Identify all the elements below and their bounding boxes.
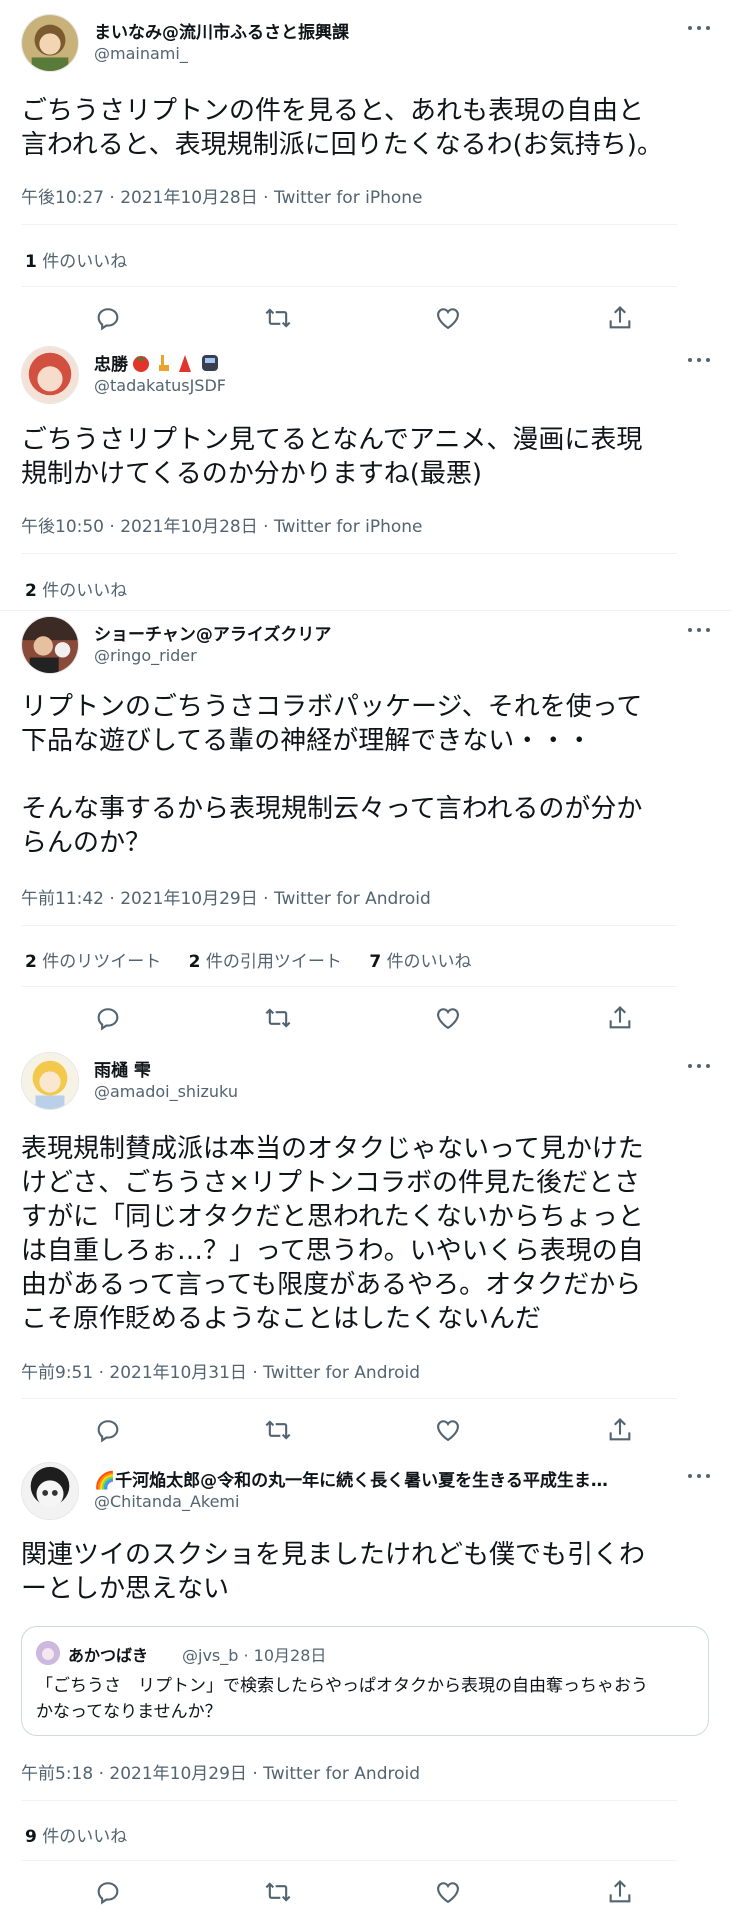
likes-stat[interactable]: 7 件のいいね [369, 947, 471, 972]
user-handle[interactable]: @Chitanda_Akemi [94, 1492, 239, 1511]
quoted-handle: @jvs_b · 10月28日 [182, 1646, 327, 1665]
tweet-meta[interactable]: 午前9:51 · 2021年10月31日 · Twitter for Andro… [21, 1358, 420, 1383]
tomato-icon [133, 356, 149, 372]
tweet-text: 関連ツイのスクショを見ましたけれども僕でも引くわ ーとしか思えない [21, 1540, 646, 1604]
likes-stat[interactable]: 9 件のいいね [25, 1822, 127, 1847]
tweet-stats: 1 件のいいね [25, 247, 149, 272]
reply-icon[interactable] [94, 1416, 122, 1444]
divider [21, 1398, 677, 1399]
like-icon[interactable] [434, 1416, 462, 1444]
share-icon[interactable] [606, 1004, 634, 1032]
quoted-tweet[interactable]: あかつばき @jvs_b · 10月28日 「ごちうさ リプトン」で検索したらや… [21, 1626, 709, 1736]
reply-icon[interactable] [94, 1004, 122, 1032]
user-handle[interactable]: @mainami_ [94, 44, 188, 63]
user-handle[interactable]: @ringo_rider [94, 646, 197, 665]
tweet-meta[interactable]: 午前11:42 · 2021年10月29日 · Twitter for Andr… [21, 884, 431, 909]
tweet-stats: 2 件のリツイート 2 件の引用ツイート 7 件のいいね [25, 947, 494, 972]
like-icon[interactable] [434, 1004, 462, 1032]
more-icon[interactable] [688, 354, 712, 366]
action-bar [0, 1416, 731, 1444]
quoted-text: 「ごちうさ リプトン」で検索したらやっぱオタクから表現の自由奪っちゃおう かなっ… [36, 1676, 648, 1722]
retweet-icon[interactable] [264, 304, 292, 332]
quoted-avatar [36, 1641, 60, 1665]
retweets-stat[interactable]: 2 件のリツイート [25, 947, 161, 972]
tweet-1: まいなみ@流川市ふるさと振興課 @mainami_ ごちうさリプトンの件を見ると… [0, 0, 731, 340]
likes-stat[interactable]: 1 件のいいね [25, 247, 127, 272]
quoted-display-name: あかつばき [68, 1646, 149, 1665]
reply-icon[interactable] [94, 1878, 122, 1906]
like-icon[interactable] [434, 304, 462, 332]
more-icon[interactable] [688, 1060, 712, 1072]
tweet-2: 忠勝 @tadakatusJSDF ごちうさリプトン見てるとなんでアニメ、漫画に… [0, 340, 731, 610]
divider [21, 286, 677, 287]
likes-stat[interactable]: 2 件のいいね [25, 576, 127, 601]
display-name[interactable]: 忠勝 [94, 350, 220, 378]
tweet-stats: 9 件のいいね [25, 1822, 149, 1847]
retweet-icon[interactable] [264, 1878, 292, 1906]
tokyo-tower-icon [179, 355, 191, 372]
quote-tweets-stat[interactable]: 2 件の引用ツイート [189, 947, 342, 972]
tweet-stats: 2 件のいいね [25, 576, 149, 601]
divider [21, 224, 677, 225]
tweet-text: リプトンのごちうさコラボパッケージ、それを使って 下品な遊びしてる輩の神経が理解… [21, 692, 643, 858]
tweet-meta[interactable]: 午後10:50 · 2021年10月28日 · Twitter for iPho… [21, 512, 422, 537]
share-icon[interactable] [606, 1416, 634, 1444]
user-handle[interactable]: @tadakatusJSDF [94, 376, 226, 395]
avatar[interactable] [21, 1462, 79, 1520]
tweet-meta[interactable]: 午前5:18 · 2021年10月29日 · Twitter for Andro… [21, 1759, 420, 1784]
name-emojis [132, 353, 220, 378]
tweet-thread: まいなみ@流川市ふるさと振興課 @mainami_ ごちうさリプトンの件を見ると… [0, 0, 731, 1922]
tweet-text: ごちうさリプトン見てるとなんでアニメ、漫画に表現 規制かけてくるのか分かりますね… [21, 425, 643, 489]
action-bar [0, 304, 731, 332]
reply-icon[interactable] [94, 304, 122, 332]
divider [21, 1860, 677, 1861]
retweet-icon[interactable] [264, 1416, 292, 1444]
display-name[interactable]: ショーチャン@アライズクリア [94, 620, 331, 645]
tweet-4: 雨樋 雫 @amadoi_shizuku 表現規制賛成派は本当のオタクじゃないっ… [0, 1038, 731, 1456]
avatar[interactable] [21, 346, 79, 404]
tweet-text: ごちうさリプトンの件を見ると、あれも表現の自由と 言われると、表現規制派に回りた… [21, 96, 663, 160]
display-name[interactable]: 雨樋 雫 [94, 1056, 151, 1081]
tweet-3: ショーチャン@アライズクリア @ringo_rider リプトンのごちうさコラボ… [0, 610, 731, 1038]
action-bar [0, 1878, 731, 1906]
divider [21, 925, 677, 926]
more-icon[interactable] [688, 1470, 712, 1482]
like-icon[interactable] [434, 1878, 462, 1906]
tweet-text: 表現規制賛成派は本当のオタクじゃないって見かけた けどさ、ごちうさ×リプトンコラ… [21, 1134, 644, 1334]
divider [21, 1800, 677, 1801]
giraffe-icon [159, 355, 169, 371]
tweet-meta[interactable]: 午後10:27 · 2021年10月28日 · Twitter for iPho… [21, 183, 422, 208]
more-icon[interactable] [688, 624, 712, 636]
divider [21, 986, 677, 987]
more-icon[interactable] [688, 22, 712, 34]
retweet-icon[interactable] [264, 1004, 292, 1032]
tweet-5: 🌈千河焔太郎@令和の丸一年に続く長く暑い夏を生きる平成生ま… @Chitanda… [0, 1456, 731, 1922]
display-name[interactable]: まいなみ@流川市ふるさと振興課 [94, 18, 349, 43]
divider [21, 553, 677, 554]
avatar[interactable] [21, 14, 79, 72]
share-icon[interactable] [606, 304, 634, 332]
display-name[interactable]: 🌈千河焔太郎@令和の丸一年に続く長く暑い夏を生きる平成生ま… [94, 1466, 608, 1491]
avatar[interactable] [21, 1052, 79, 1110]
action-bar [0, 1004, 731, 1032]
user-handle[interactable]: @amadoi_shizuku [94, 1082, 238, 1101]
train-icon [202, 355, 218, 371]
avatar[interactable] [21, 616, 79, 674]
share-icon[interactable] [606, 1878, 634, 1906]
